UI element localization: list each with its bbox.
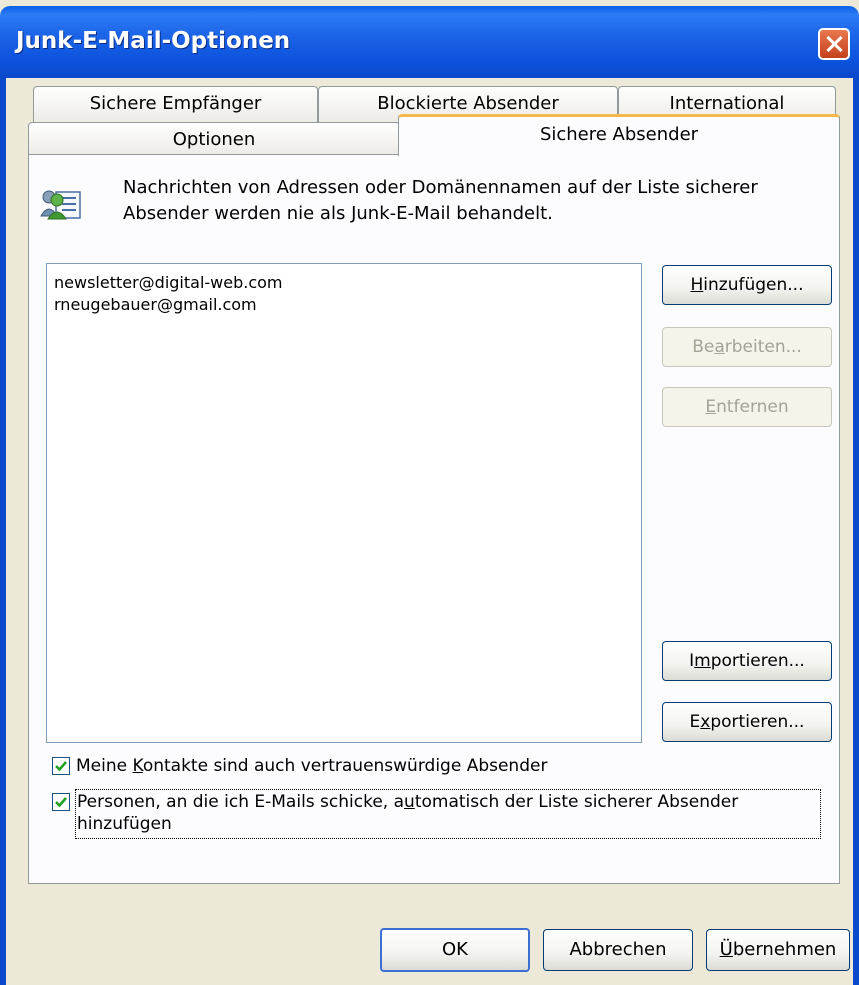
- tab-optionen[interactable]: Optionen: [28, 122, 400, 155]
- checkmark-icon: [55, 797, 67, 808]
- safe-senders-list[interactable]: newsletter@digital-web.com rneugebauer@g…: [46, 263, 642, 743]
- description-line-1: Nachrichten von Adressen oder Domänennam…: [123, 177, 758, 198]
- tab-label: Blockierte Absender: [377, 93, 559, 114]
- export-label-pre: E: [689, 712, 701, 732]
- cb1-label-pre: Meine: [76, 756, 133, 776]
- contacts-list-icon: [40, 190, 81, 220]
- close-icon[interactable]: [818, 28, 850, 60]
- cb2-label-pre: Personen, an die ich E-Mails schicke, a: [77, 792, 405, 812]
- window-frame-left: [0, 78, 6, 985]
- description-line-2: Absender werden nie als Junk-E-Mail beha…: [123, 203, 553, 224]
- cancel-label: Abbrechen: [569, 939, 667, 960]
- add-label-post: inzufügen...: [703, 275, 804, 295]
- tab-sichere-absender[interactable]: Sichere Absender: [398, 114, 840, 156]
- add-button[interactable]: Hinzufügen...: [662, 265, 832, 305]
- list-item[interactable]: rneugebauer@gmail.com: [47, 294, 641, 316]
- cb2-label-line2: hinzufügen: [77, 814, 172, 834]
- auto-add-recipients-label[interactable]: Personen, an die ich E-Mails schicke, au…: [77, 791, 819, 835]
- trusted-contacts-checkbox[interactable]: [52, 757, 70, 775]
- import-label-key: m: [694, 651, 711, 671]
- remove-button[interactable]: Entfernen: [662, 387, 832, 427]
- junk-email-options-dialog: Junk-E-Mail-Optionen Sichere Empfänger B…: [0, 0, 859, 985]
- export-label-post: portieren...: [710, 712, 805, 732]
- remove-label-post: ntfernen: [716, 397, 789, 417]
- import-label-post: portieren...: [710, 651, 805, 671]
- description-text: Nachrichten von Adressen oder Domänennam…: [123, 175, 823, 227]
- import-button[interactable]: Importieren...: [662, 641, 832, 681]
- ok-label: OK: [442, 939, 468, 960]
- add-label-key: H: [690, 275, 704, 295]
- checkmark-icon: [55, 761, 67, 772]
- export-button[interactable]: Exportieren...: [662, 702, 832, 742]
- ok-button[interactable]: OK: [380, 928, 530, 972]
- edit-label-pre: Be: [692, 337, 715, 357]
- tab-label: Optionen: [172, 129, 256, 150]
- window-title: Junk-E-Mail-Optionen: [16, 28, 291, 54]
- apply-label-key: Ü: [719, 939, 733, 960]
- window-frame-right: [853, 78, 859, 985]
- tab-label: International: [669, 93, 785, 114]
- tab-label: Sichere Empfänger: [89, 93, 262, 114]
- list-item[interactable]: newsletter@digital-web.com: [47, 272, 641, 294]
- cb2-label-key: u: [404, 792, 415, 812]
- trusted-contacts-label[interactable]: Meine Kontakte sind auch vertrauenswürdi…: [76, 755, 547, 777]
- edit-label-key: a: [714, 337, 725, 357]
- tab-sichere-empfaenger[interactable]: Sichere Empfänger: [33, 86, 318, 122]
- edit-button[interactable]: Bearbeiten...: [662, 327, 832, 367]
- tab-label: Sichere Absender: [539, 124, 699, 145]
- export-label-key: x: [700, 712, 711, 732]
- cb2-label-post: tomatisch der Liste sicherer Absender: [414, 792, 739, 812]
- edit-label-post: rbeiten...: [724, 337, 802, 357]
- apply-button[interactable]: Übernehmen: [706, 929, 850, 971]
- remove-label-key: E: [705, 397, 717, 417]
- apply-label-post: bernehmen: [732, 939, 837, 960]
- auto-add-recipients-checkbox[interactable]: [52, 793, 70, 811]
- cb1-label-post: ontakte sind auch vertrauenswürdige Abse…: [142, 756, 548, 776]
- cb1-label-key: K: [132, 756, 143, 776]
- cancel-button[interactable]: Abbrechen: [543, 929, 693, 971]
- title-bar[interactable]: Junk-E-Mail-Optionen: [0, 6, 859, 78]
